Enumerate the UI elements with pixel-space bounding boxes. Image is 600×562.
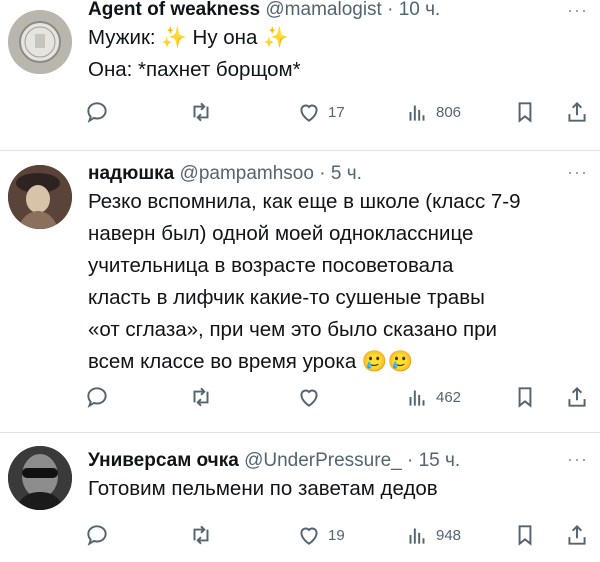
tweet-header: Agent of weakness @mamalogist · 10 ч. xyxy=(88,0,441,20)
tweet-header: надюшка @pampamhsoo · 5 ч. xyxy=(88,163,362,184)
bookmark-button[interactable] xyxy=(512,520,538,550)
action-bar: 17 806 xyxy=(84,97,592,127)
bookmark-icon xyxy=(518,387,532,408)
tweet-line: «от сглаза», при чем это было сказано пр… xyxy=(88,318,497,341)
tweet[interactable]: Agent of weakness @mamalogist · 10 ч. Му… xyxy=(0,0,600,150)
bookmark-button[interactable] xyxy=(512,97,538,127)
timestamp[interactable]: 15 ч. xyxy=(419,450,461,471)
author-handle[interactable]: @pampamhsoo xyxy=(180,163,314,184)
share-button[interactable] xyxy=(564,97,590,127)
retweet-icon xyxy=(193,102,209,122)
bookmark-icon xyxy=(518,525,532,546)
avatar[interactable] xyxy=(8,10,72,74)
avatar-coin-image xyxy=(8,10,72,74)
timestamp[interactable]: 10 ч. xyxy=(399,0,441,20)
action-bar: 462 xyxy=(84,382,592,412)
tweet-line: Резко вспомнила, как еще в школе (класс … xyxy=(88,190,521,213)
reply-icon xyxy=(87,102,107,123)
tweet-line: Она: *пахнет борщом* xyxy=(88,58,301,81)
like-count: 17 xyxy=(328,103,345,121)
share-icon xyxy=(568,386,586,407)
tweet-text: Мужик: ✨ Ну она ✨ Она: *пахнет борщом* xyxy=(88,22,590,86)
avatar-sunglasses-image xyxy=(8,446,72,510)
tweet-line: наверн был) одной моей однокласснице xyxy=(88,222,474,245)
tweet-header: Универсам очка @UnderPressure_ · 15 ч. xyxy=(88,450,461,471)
views-icon xyxy=(409,390,425,406)
tweet-line: Готовим пельмени по заветам дедов xyxy=(88,477,438,500)
tweet[interactable]: надюшка @pampamhsoo · 5 ч. Резко вспомни… xyxy=(0,151,600,428)
avatar[interactable] xyxy=(8,446,72,510)
like-button[interactable] xyxy=(296,382,328,412)
tweet-text: Резко вспомнила, как еще в школе (класс … xyxy=(88,186,590,378)
retweet-icon xyxy=(193,387,209,407)
views-button[interactable]: 462 xyxy=(404,382,461,412)
share-icon xyxy=(568,101,586,122)
tweet-text: Готовим пельмени по заветам дедов xyxy=(88,473,590,505)
timestamp[interactable]: 5 ч. xyxy=(331,163,362,184)
view-count: 806 xyxy=(436,103,462,121)
author-name[interactable]: Универсам очка xyxy=(88,450,239,471)
view-count: 462 xyxy=(436,388,462,406)
tweet[interactable]: Универсам очка @UnderPressure_ · 15 ч. Г… xyxy=(0,433,600,562)
reply-button[interactable] xyxy=(84,97,116,127)
share-button[interactable] xyxy=(564,520,590,550)
tweet-line: всем классе во время урока 🥲🥲 xyxy=(88,350,413,373)
reply-button[interactable] xyxy=(84,520,116,550)
reply-button[interactable] xyxy=(84,382,116,412)
author-handle[interactable]: @mamalogist xyxy=(265,0,381,20)
tweet-line: Мужик: ✨ Ну она ✨ xyxy=(88,26,289,49)
views-icon xyxy=(409,528,425,544)
like-button[interactable]: 19 xyxy=(296,520,345,550)
more-options-button[interactable]: ··· xyxy=(567,0,588,21)
avatar-portrait-image xyxy=(8,165,72,229)
avatar[interactable] xyxy=(8,165,72,229)
retweet-button[interactable] xyxy=(188,97,220,127)
views-button[interactable]: 948 xyxy=(404,520,461,550)
bookmark-icon xyxy=(518,102,532,123)
tweet-line: класть в лифчик какие-то сушеные травы xyxy=(88,286,485,309)
view-count: 948 xyxy=(436,526,462,544)
action-bar: 19 948 xyxy=(84,520,592,550)
reply-icon xyxy=(87,387,107,408)
views-button[interactable]: 806 xyxy=(404,97,461,127)
author-name[interactable]: Agent of weakness xyxy=(88,0,260,20)
share-icon xyxy=(568,524,586,545)
like-icon xyxy=(300,104,318,122)
more-options-button[interactable]: ··· xyxy=(567,162,588,183)
retweet-button[interactable] xyxy=(188,520,220,550)
like-icon xyxy=(300,527,318,545)
like-button[interactable]: 17 xyxy=(296,97,345,127)
like-icon xyxy=(300,389,318,407)
like-count: 19 xyxy=(328,526,345,544)
tweet-line: учительница в возрасте посоветовала xyxy=(88,254,454,277)
reply-icon xyxy=(87,525,107,546)
retweet-icon xyxy=(193,525,209,545)
views-icon xyxy=(409,105,425,121)
author-name[interactable]: надюшка xyxy=(88,163,174,184)
share-button[interactable] xyxy=(564,382,590,412)
author-handle[interactable]: @UnderPressure_ xyxy=(244,450,402,471)
more-options-button[interactable]: ··· xyxy=(567,449,588,470)
bookmark-button[interactable] xyxy=(512,382,538,412)
retweet-button[interactable] xyxy=(188,382,220,412)
